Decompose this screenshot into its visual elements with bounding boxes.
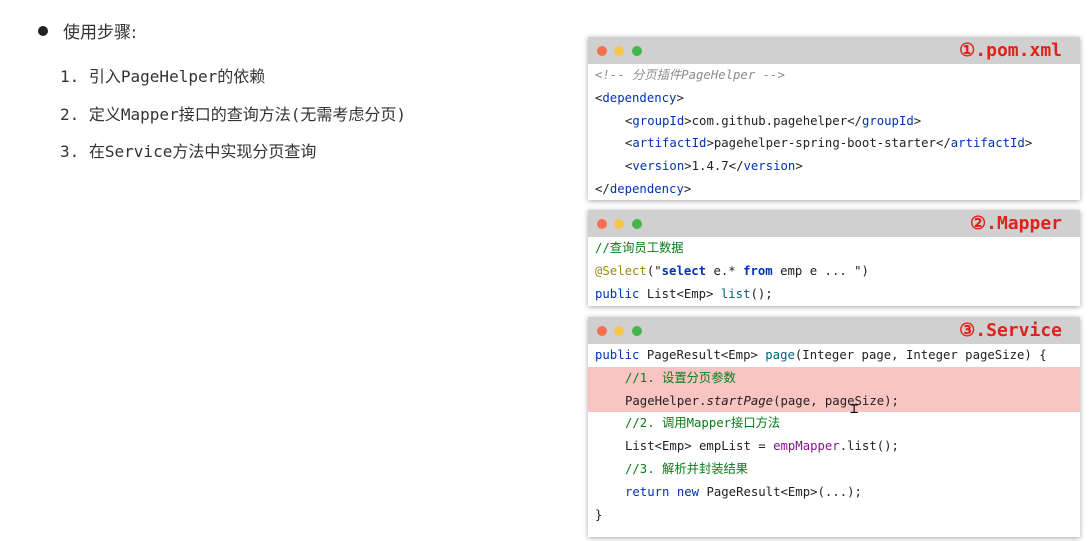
code-method: list xyxy=(720,286,751,301)
sql-keyword: select xyxy=(661,263,707,278)
xml-tag: groupId xyxy=(632,113,685,128)
code-line: public PageResult<Emp> page(Integer page… xyxy=(588,344,1080,367)
close-dot-icon xyxy=(597,219,607,229)
close-dot-icon xyxy=(597,46,607,56)
code-line: List<Emp> empList = empMapper.list(); xyxy=(588,435,1080,458)
code-line: <dependency> xyxy=(595,90,684,105)
sql-text: e.* xyxy=(706,263,744,278)
code-line: return new PageResult<Emp>(...); xyxy=(588,481,1080,504)
code-comment: //查询员工数据 xyxy=(595,241,684,255)
code-line: //2. 调用Mapper接口方法 xyxy=(588,412,1080,435)
text-cursor-icon: ⌶ xyxy=(850,401,859,417)
xml-value: 1.4.7 xyxy=(691,159,729,174)
code-panel-service: ③.Service public PageResult<Emp> page(In… xyxy=(588,317,1080,537)
code-annotation: @Select xyxy=(595,263,647,278)
code-method: startPage xyxy=(706,393,774,408)
step-item: 3. 在Service方法中实现分页查询 xyxy=(60,142,317,161)
code-keyword: public xyxy=(595,286,640,301)
xml-tag: artifactId xyxy=(632,136,707,151)
step-item: 2. 定义Mapper接口的查询方法(无需考虑分页) xyxy=(60,104,406,124)
code-comment: //1. 设置分页参数 xyxy=(625,370,736,385)
xml-tag: version xyxy=(743,159,796,174)
bullet-heading: 使用步骤: xyxy=(38,18,137,43)
xml-tag: artifactId xyxy=(950,136,1025,151)
code-line: //3. 解析并封装结果 xyxy=(588,458,1080,481)
panel-titlebar: ①.pom.xml xyxy=(588,37,1080,64)
code-block: public PageResult<Emp> page(Integer page… xyxy=(588,344,1080,526)
code-line-highlighted: PageHelper.startPage(page, pageSize); xyxy=(588,389,1080,413)
sql-text: emp e ... xyxy=(772,263,855,278)
code-text: (); xyxy=(750,286,773,301)
code-line: </dependency> xyxy=(595,181,692,196)
code-panel-pom: ①.pom.xml <!-- 分页插件PageHelper --> <depen… xyxy=(588,37,1080,200)
xml-tag: version xyxy=(632,159,685,174)
code-comment: //2. 调用Mapper接口方法 xyxy=(625,416,781,431)
minimize-dot-icon xyxy=(614,46,624,56)
code-block: //查询员工数据 @Select("select e.* from emp e … xyxy=(588,237,1080,305)
code-line: <artifactId>pagehelper-spring-boot-start… xyxy=(625,136,1033,151)
panel-title: ③.Service xyxy=(959,320,1062,341)
code-panel-mapper: ②.Mapper //查询员工数据 @Select("select e.* fr… xyxy=(588,210,1080,306)
panel-titlebar: ③.Service xyxy=(588,317,1080,344)
code-line: <groupId>com.github.pagehelper</groupId> xyxy=(625,113,922,128)
code-line-highlighted: //1. 设置分页参数 xyxy=(588,366,1080,390)
code-text: .list(); xyxy=(839,439,899,454)
code-line: } xyxy=(588,504,1080,527)
xml-value: com.github.pagehelper xyxy=(691,113,848,128)
xml-tag: dependency xyxy=(602,90,677,105)
code-keyword: public xyxy=(595,348,640,362)
bullet-label: 使用步骤: xyxy=(63,23,137,43)
code-line: <version>1.4.7</version> xyxy=(625,159,803,174)
minimize-dot-icon xyxy=(614,326,624,336)
panel-title: ②.Mapper xyxy=(970,213,1062,234)
panel-titlebar: ②.Mapper xyxy=(588,210,1080,237)
close-dot-icon xyxy=(597,326,607,336)
code-text: PageResult<Emp>(...); xyxy=(699,484,862,499)
sql-keyword: from xyxy=(743,263,773,278)
code-line: <!-- 分页插件PageHelper --> xyxy=(588,64,1080,87)
minimize-dot-icon xyxy=(614,219,624,229)
code-text: List<Emp> empList = xyxy=(625,439,774,454)
code-line: @Select("select e.* from emp e ... ") xyxy=(595,263,869,278)
code-keyword: new xyxy=(676,484,700,499)
bullet-dot xyxy=(38,25,48,36)
code-text: } xyxy=(595,507,603,522)
xml-tag: groupId xyxy=(861,113,914,128)
maximize-dot-icon xyxy=(632,46,642,56)
maximize-dot-icon xyxy=(632,326,642,336)
code-field: empMapper xyxy=(773,439,840,454)
xml-tag: dependency xyxy=(609,181,684,196)
code-type: PageResult<Emp> xyxy=(639,348,766,362)
code-line: public List<Emp> list(); xyxy=(588,283,1080,306)
code-line: //查询员工数据 xyxy=(588,237,1080,260)
code-comment: <!-- 分页插件PageHelper --> xyxy=(595,68,785,82)
code-text: (page, pageSize); xyxy=(773,393,899,408)
code-keyword: return xyxy=(625,484,670,499)
code-block: <!-- 分页插件PageHelper --> <dependency> <gr… xyxy=(588,64,1080,200)
code-text: PageHelper. xyxy=(625,393,707,408)
maximize-dot-icon xyxy=(632,219,642,229)
step-item: 1. 引入PageHelper的依赖 xyxy=(60,67,266,86)
panel-title: ①.pom.xml xyxy=(959,40,1062,61)
xml-value: pagehelper-spring-boot-starter xyxy=(713,136,936,151)
code-method: page xyxy=(765,348,795,362)
steps-list: 1. 引入PageHelper的依赖 2. 定义Mapper接口的查询方法(无需… xyxy=(60,58,406,171)
code-type: List<Emp> xyxy=(639,286,721,301)
code-comment: //3. 解析并封装结果 xyxy=(625,461,749,476)
code-text: (Integer page, Integer pageSize) { xyxy=(794,348,1047,362)
